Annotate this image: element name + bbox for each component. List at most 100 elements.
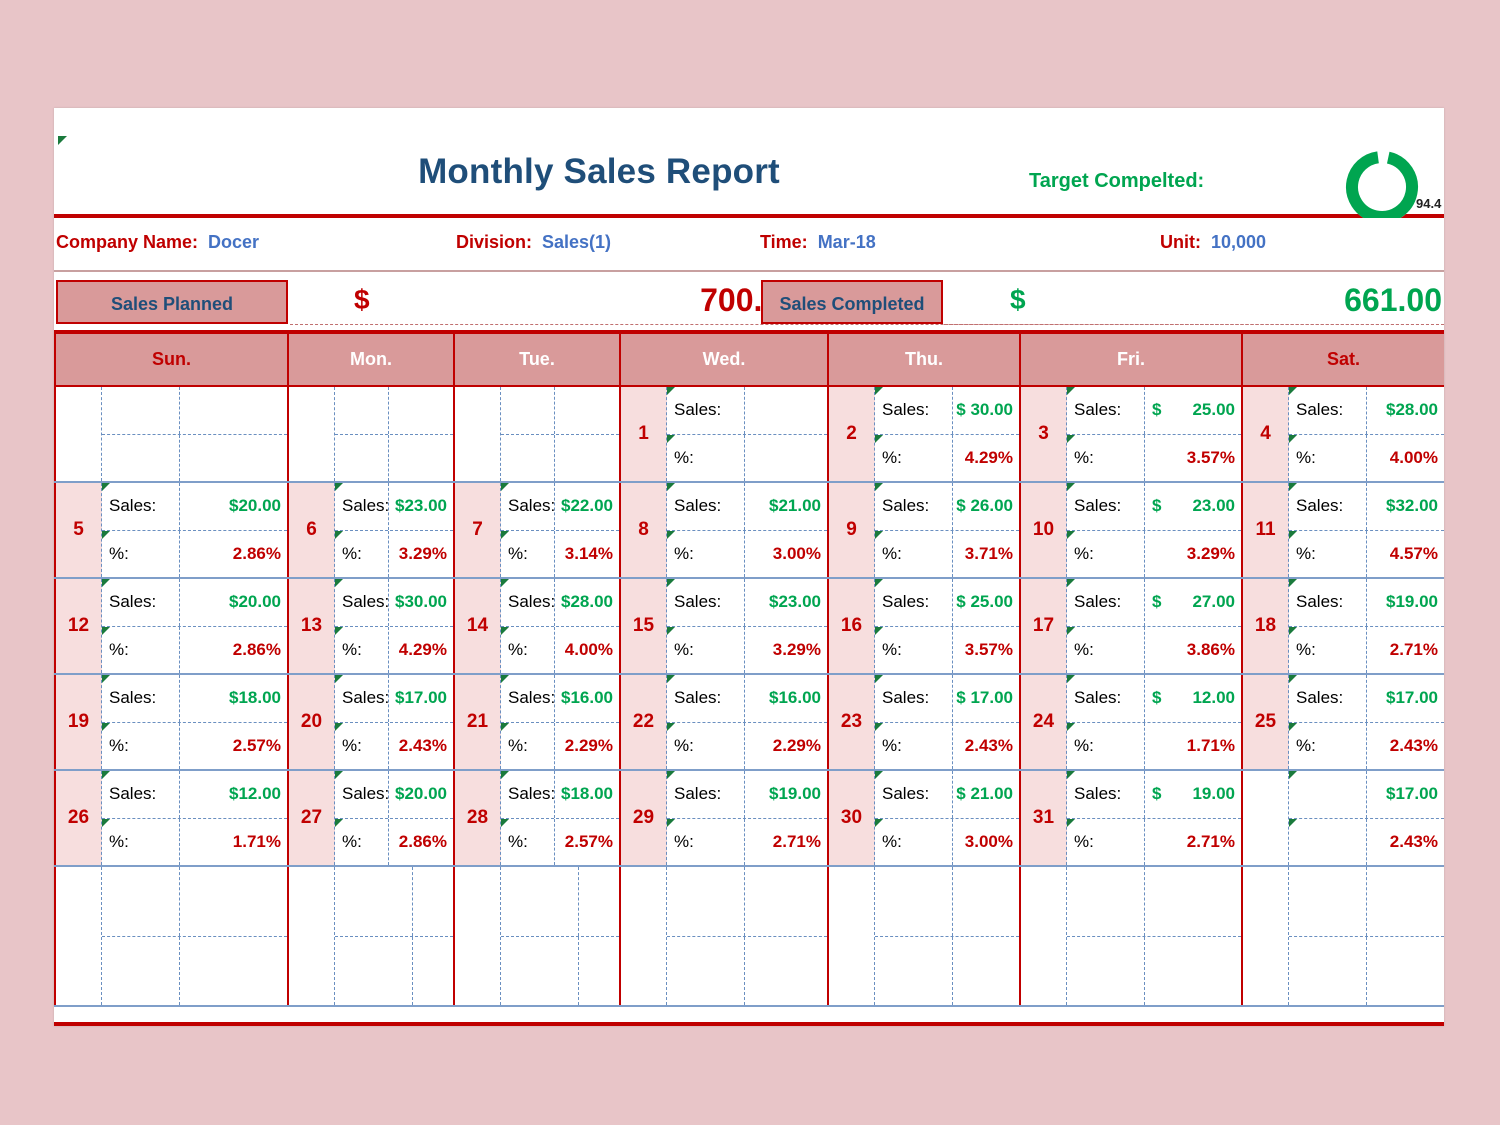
pct-value[interactable]: 3.14%: [555, 544, 619, 564]
calendar-day-cell[interactable]: [827, 865, 1021, 1007]
pct-value[interactable]: 1.71%: [180, 832, 287, 852]
calendar-day-cell[interactable]: 1 Sales:%:: [619, 385, 829, 483]
sales-value-cell[interactable]: [180, 867, 287, 936]
pct-value-cell[interactable]: [745, 937, 827, 1006]
sales-value-cell[interactable]: [579, 867, 619, 936]
calendar-day-cell[interactable]: [287, 385, 455, 483]
calendar-day-cell[interactable]: 6 Sales: $23.00%: 3.29%: [287, 481, 455, 579]
sales-value-cell[interactable]: [413, 867, 453, 936]
sales-value[interactable]: $ 25.00: [953, 592, 1019, 612]
calendar-day-cell[interactable]: [1019, 865, 1243, 1007]
sales-value[interactable]: $12.00: [1145, 688, 1241, 708]
sales-value[interactable]: $19.00: [1145, 784, 1241, 804]
pct-value[interactable]: 4.29%: [389, 640, 453, 660]
calendar-day-cell[interactable]: [54, 865, 289, 1007]
division-field[interactable]: Division: Sales(1): [456, 232, 611, 253]
pct-value[interactable]: 4.00%: [555, 640, 619, 660]
sales-value-cell[interactable]: [745, 867, 827, 936]
sales-value[interactable]: $18.00: [555, 784, 619, 804]
sales-completed-label[interactable]: Sales Completed: [761, 280, 943, 324]
calendar-day-cell[interactable]: [619, 865, 829, 1007]
pct-value[interactable]: 2.43%: [389, 736, 453, 756]
calendar-day-cell[interactable]: 19 Sales: $18.00%: 2.57%: [54, 673, 289, 771]
sales-value[interactable]: $25.00: [1145, 400, 1241, 420]
pct-value[interactable]: 3.29%: [1145, 544, 1241, 564]
calendar-day-cell[interactable]: 27 Sales: $20.00%: 2.86%: [287, 769, 455, 867]
pct-value[interactable]: 2.71%: [1145, 832, 1241, 852]
sales-value[interactable]: $ 26.00: [953, 496, 1019, 516]
pct-value[interactable]: 4.57%: [1367, 544, 1444, 564]
sales-value[interactable]: $19.00: [1367, 592, 1444, 612]
calendar-day-cell[interactable]: 14 Sales: $28.00%: 4.00%: [453, 577, 621, 675]
sales-value[interactable]: $30.00: [389, 592, 453, 612]
sales-value[interactable]: $23.00: [745, 592, 827, 612]
calendar-day-cell[interactable]: 10 Sales: $23.00%: 3.29%: [1019, 481, 1243, 579]
calendar-day-cell[interactable]: 9 Sales: $ 26.00%: 3.71%: [827, 481, 1021, 579]
sales-value[interactable]: $ 17.00: [953, 688, 1019, 708]
pct-value[interactable]: 3.29%: [745, 640, 827, 660]
calendar-day-cell[interactable]: 26 Sales: $12.00%: 1.71%: [54, 769, 289, 867]
sales-value[interactable]: $20.00: [389, 784, 453, 804]
calendar-day-cell[interactable]: 20 Sales: $17.00%: 2.43%: [287, 673, 455, 771]
calendar-day-cell[interactable]: 2 Sales: $ 30.00%: 4.29%: [827, 385, 1021, 483]
calendar-day-cell[interactable]: 3 Sales: $25.00%: 3.57%: [1019, 385, 1243, 483]
calendar-day-cell[interactable]: 22 Sales: $16.00%: 2.29%: [619, 673, 829, 771]
calendar-day-cell[interactable]: 24 Sales: $12.00%: 1.71%: [1019, 673, 1243, 771]
pct-value-cell[interactable]: [579, 937, 619, 1006]
sales-value[interactable]: $23.00: [1145, 496, 1241, 516]
calendar-day-cell[interactable]: 12 Sales: $20.00%: 2.86%: [54, 577, 289, 675]
calendar-day-cell[interactable]: 25 Sales: $17.00%: 2.43%: [1241, 673, 1444, 771]
pct-value[interactable]: 4.29%: [953, 448, 1019, 468]
sales-value[interactable]: $12.00: [180, 784, 287, 804]
calendar-day-cell[interactable]: [453, 865, 621, 1007]
pct-value[interactable]: 2.71%: [745, 832, 827, 852]
calendar-body[interactable]: 1 Sales:%: 2 Sales: $ 30.00%: 4.29% 3 Sales: $25…: [54, 385, 1444, 1007]
pct-value[interactable]: 2.43%: [1367, 832, 1444, 852]
pct-value[interactable]: 2.43%: [1367, 736, 1444, 756]
calendar-day-cell[interactable]: 13 Sales: $30.00%: 4.29%: [287, 577, 455, 675]
pct-value[interactable]: 2.57%: [180, 736, 287, 756]
pct-value-cell[interactable]: [1367, 937, 1444, 1006]
calendar-day-cell[interactable]: 18 Sales: $19.00%: 2.71%: [1241, 577, 1444, 675]
sales-value-cell[interactable]: [1367, 867, 1444, 936]
sales-value[interactable]: $19.00: [745, 784, 827, 804]
sales-value[interactable]: $20.00: [180, 592, 287, 612]
sales-planned-label[interactable]: Sales Planned: [56, 280, 288, 324]
pct-value[interactable]: 3.00%: [745, 544, 827, 564]
spreadsheet-document[interactable]: Monthly Sales Report Target Compelted: 9…: [54, 108, 1444, 1026]
pct-value[interactable]: 2.57%: [555, 832, 619, 852]
company-name-field[interactable]: Company Name: Docer: [56, 232, 259, 253]
calendar-day-cell[interactable]: 29 Sales: $19.00%: 2.71%: [619, 769, 829, 867]
sales-value[interactable]: $22.00: [555, 496, 619, 516]
pct-value[interactable]: 2.43%: [953, 736, 1019, 756]
pct-value[interactable]: 2.29%: [555, 736, 619, 756]
sales-value[interactable]: $17.00: [1367, 688, 1444, 708]
sales-planned-value[interactable]: 700.00: [394, 282, 798, 319]
sales-value[interactable]: $21.00: [745, 496, 827, 516]
calendar-day-cell[interactable]: [1241, 865, 1444, 1007]
pct-value[interactable]: 3.57%: [953, 640, 1019, 660]
calendar-day-cell[interactable]: 15 Sales: $23.00%: 3.29%: [619, 577, 829, 675]
calendar-day-cell[interactable]: 30 Sales: $ 21.00%: 3.00%: [827, 769, 1021, 867]
sales-value[interactable]: $17.00: [389, 688, 453, 708]
calendar-day-cell[interactable]: 21 Sales: $16.00%: 2.29%: [453, 673, 621, 771]
sales-calendar-table[interactable]: Sun. Mon. Tue. Wed. Thu. Fri. Sat. 1 Sales:%: 2 S…: [54, 334, 1444, 1007]
pct-value[interactable]: 2.86%: [180, 640, 287, 660]
pct-value-cell[interactable]: [953, 937, 1019, 1006]
pct-value[interactable]: 2.29%: [745, 736, 827, 756]
sales-completed-value[interactable]: 661.00: [1044, 282, 1442, 319]
pct-value[interactable]: 2.86%: [389, 832, 453, 852]
sales-value[interactable]: $ 21.00: [953, 784, 1019, 804]
sales-value[interactable]: $32.00: [1367, 496, 1444, 516]
time-field[interactable]: Time: Mar-18: [760, 232, 876, 253]
calendar-day-cell[interactable]: 4 Sales: $28.00%: 4.00%: [1241, 385, 1444, 483]
sales-value[interactable]: $20.00: [180, 496, 287, 516]
pct-value-cell[interactable]: [413, 937, 453, 1006]
pct-value[interactable]: 3.29%: [389, 544, 453, 564]
pct-value[interactable]: 3.71%: [953, 544, 1019, 564]
calendar-day-cell[interactable]: 16 Sales: $ 25.00%: 3.57%: [827, 577, 1021, 675]
calendar-day-cell[interactable]: [453, 385, 621, 483]
calendar-day-cell[interactable]: [287, 865, 455, 1007]
sales-value-cell[interactable]: [953, 867, 1019, 936]
calendar-day-cell[interactable]: 17 Sales: $27.00%: 3.86%: [1019, 577, 1243, 675]
